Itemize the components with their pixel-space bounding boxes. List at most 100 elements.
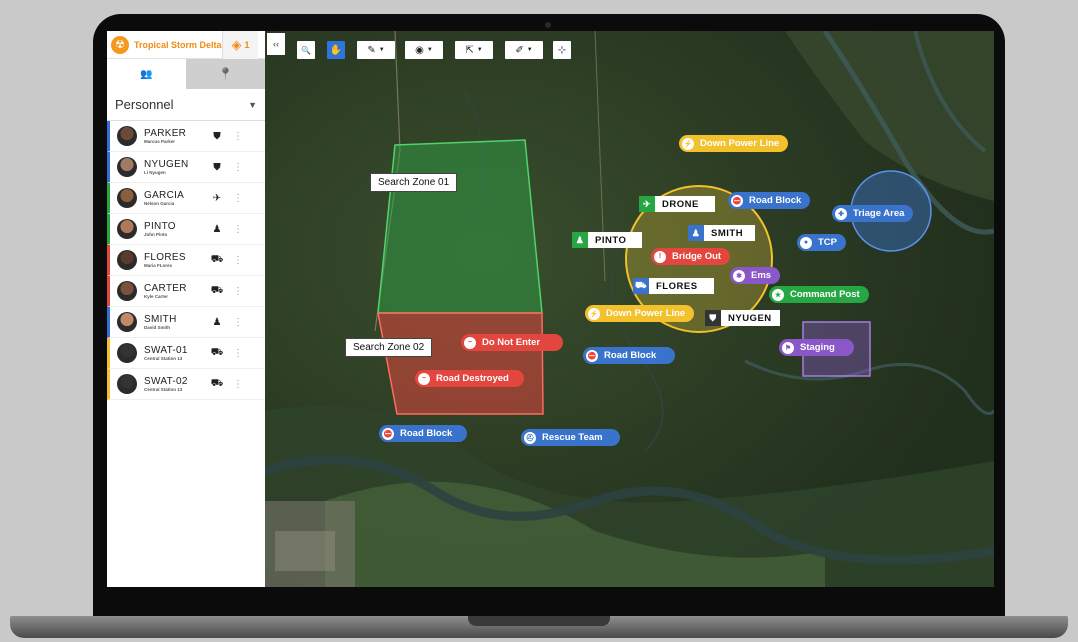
road-block-label-3[interactable]: ⛔ Road Block <box>379 425 468 442</box>
personnel-name-block: NYUGEN Li Nyugen <box>144 159 204 175</box>
road-block-label-2[interactable]: ⛔ Road Block <box>583 347 676 364</box>
person-icon: ♟ <box>212 223 222 235</box>
nyugen-tag[interactable]: ⛊ NYUGEN <box>705 310 780 326</box>
search-zone-01-polygon <box>377 139 543 314</box>
tab-people[interactable]: 👥 <box>107 59 186 89</box>
personnel-name: PINTO <box>144 221 176 232</box>
more-options-icon[interactable]: ⋮ <box>230 224 246 235</box>
vehicle-icon: ⛟ <box>633 278 649 294</box>
people-icon: 👥 <box>140 68 153 80</box>
pen-icon: ✎ <box>367 44 376 56</box>
bridge-out-label[interactable]: ! Bridge Out <box>651 248 731 265</box>
personnel-section-header[interactable]: Personnel ▼ <box>107 89 265 121</box>
sidebar-tabs: 👥 📍 <box>107 59 265 89</box>
more-options-icon[interactable]: ⋮ <box>230 131 246 142</box>
pan-tool-button[interactable]: ✋ <box>327 41 345 59</box>
personnel-item-carter[interactable]: CARTER Kyle Carter ⛟ ⋮ <box>107 276 265 307</box>
search-zone-01-label[interactable]: Search Zone 01 <box>370 173 458 192</box>
road-destroyed-label[interactable]: − Road Destroyed <box>415 370 524 387</box>
smith-tag[interactable]: ♟ SMITH <box>688 225 756 241</box>
edit-icon: ✐ <box>515 44 524 56</box>
personnel-name-block: GARCIA Nelson Garcia <box>144 190 204 206</box>
tab-locations[interactable]: 📍 <box>186 59 265 89</box>
more-options-icon[interactable]: ⋮ <box>230 379 246 390</box>
personnel-subtitle: Central Station 13 <box>144 387 183 392</box>
triage-area-label[interactable]: ✚ Triage Area <box>832 205 914 222</box>
measure-icon: ⊹ <box>557 44 567 56</box>
ems-label[interactable]: ✱ Ems <box>730 267 781 284</box>
person-icon: ♟ <box>572 232 588 248</box>
rescue-team-icon: ⛑ <box>524 431 536 444</box>
app-screen: ⚡ Down Power Line ⛔ Road Block ✚ Triage Are… <box>107 31 994 587</box>
personnel-name-block: SMITH David Smith <box>144 314 204 330</box>
chevron-down-icon: ▼ <box>378 47 385 53</box>
power-line-icon: ⚡ <box>588 307 600 320</box>
swat-vehicle-icon: ⛟ <box>210 346 224 358</box>
more-options-icon[interactable]: ⋮ <box>230 255 246 266</box>
personnel-item-swat-01[interactable]: SWAT-01 Central Station 13 ⛟ ⋮ <box>107 338 265 369</box>
share-tool-button[interactable]: ⇱ ▼ <box>455 41 493 59</box>
personnel-name-block: CARTER Kyle Carter <box>144 283 204 299</box>
police-badge-icon: ⛊ <box>213 130 221 142</box>
medical-cross-icon: ✚ <box>835 207 847 220</box>
search-zone-02-polygon <box>377 312 544 415</box>
personnel-item-parker[interactable]: PARKER Marcus Parker ⛊ ⋮ <box>107 121 265 152</box>
search-tool-button[interactable]: 🔍 <box>297 41 315 59</box>
layers-button[interactable]: ◈ 1 <box>222 31 258 59</box>
command-post-label[interactable]: ★ Command Post <box>769 286 869 303</box>
personnel-item-pinto[interactable]: PINTO John Pinto ♟ ⋮ <box>107 214 265 245</box>
personnel-item-garcia[interactable]: GARCIA Nelson Garcia ✈ ⋮ <box>107 183 265 214</box>
marker-icon: ◉ <box>415 44 424 56</box>
avatar <box>117 312 137 332</box>
layers-icon: ◈ <box>231 36 242 52</box>
pinto-tag[interactable]: ♟ PINTO <box>572 232 643 248</box>
personnel-name: CARTER <box>144 283 187 294</box>
tcp-label[interactable]: ● TCP <box>797 234 846 251</box>
road-block-label[interactable]: ⛔ Road Block <box>728 192 811 209</box>
road-block-icon: ⛔ <box>382 427 394 440</box>
draw-tool-button[interactable]: ✎ ▼ <box>357 41 395 59</box>
personnel-item-swat-02[interactable]: SWAT-02 Central Station 13 ⛟ ⋮ <box>107 369 265 400</box>
person-icon: ♟ <box>688 225 704 241</box>
down-power-line-label-2[interactable]: ⚡ Down Power Line <box>585 305 695 322</box>
rescue-team-label[interactable]: ⛑ Rescue Team <box>521 429 620 446</box>
power-line-icon: ⚡ <box>682 137 694 150</box>
personnel-item-smith[interactable]: SMITH David Smith ♟ ⋮ <box>107 307 265 338</box>
more-options-icon[interactable]: ⋮ <box>230 317 246 328</box>
more-options-icon[interactable]: ⋮ <box>230 348 246 359</box>
more-options-icon[interactable]: ⋮ <box>230 286 246 297</box>
personnel-subtitle: Kyle Carter <box>144 294 169 299</box>
personnel-name-block: FLORES Maria FLores <box>144 252 204 268</box>
measure-tool-button[interactable]: ⊹ <box>553 41 571 59</box>
person-icon: ♟ <box>212 316 222 328</box>
personnel-name: SWAT-02 <box>144 376 188 387</box>
incident-header: ☢ Tropical Storm Delta ◈ 1 <box>107 31 265 59</box>
no-entry-icon: − <box>464 336 476 349</box>
personnel-subtitle: David Smith <box>144 325 171 330</box>
drone-icon: ✈ <box>639 196 655 212</box>
more-options-icon[interactable]: ⋮ <box>230 193 246 204</box>
search-zone-02-label[interactable]: Search Zone 02 <box>345 338 433 357</box>
personnel-item-flores[interactable]: FLORES Maria FLores ⛟ ⋮ <box>107 245 265 276</box>
staging-label[interactable]: ⚑ Staging <box>779 339 854 356</box>
down-power-line-label[interactable]: ⚡ Down Power Line <box>679 135 789 152</box>
sidebar: ☢ Tropical Storm Delta ◈ 1 👥 📍 Personnel… <box>107 31 265 587</box>
flores-tag[interactable]: ⛟ FLORES <box>633 278 714 294</box>
do-not-enter-label[interactable]: − Do Not Enter <box>461 334 564 351</box>
vehicle-icon: ⛟ <box>210 253 224 265</box>
incident-name[interactable]: Tropical Storm Delta <box>134 40 222 50</box>
layers-count: 1 <box>244 39 250 50</box>
map-view[interactable]: ⚡ Down Power Line ⛔ Road Block ✚ Triage Are… <box>265 31 994 587</box>
chevron-down-icon: ▼ <box>426 47 433 53</box>
police-badge-icon: ⛊ <box>705 310 721 326</box>
collapse-button[interactable]: ‹‹ <box>267 33 285 55</box>
more-options-icon[interactable]: ⋮ <box>230 162 246 173</box>
location-pin-icon: 📍 <box>218 67 233 81</box>
marker-tool-button[interactable]: ◉ ▼ <box>405 41 443 59</box>
chevron-down-icon: ▼ <box>526 47 533 53</box>
plane-icon: ✈ <box>212 192 222 204</box>
edit-tool-button[interactable]: ✐ ▼ <box>505 41 543 59</box>
chevron-down-icon: ▼ <box>248 99 257 110</box>
personnel-item-nyugen[interactable]: NYUGEN Li Nyugen ⛊ ⋮ <box>107 152 265 183</box>
drone-tag[interactable]: ✈ DRONE <box>639 196 715 212</box>
